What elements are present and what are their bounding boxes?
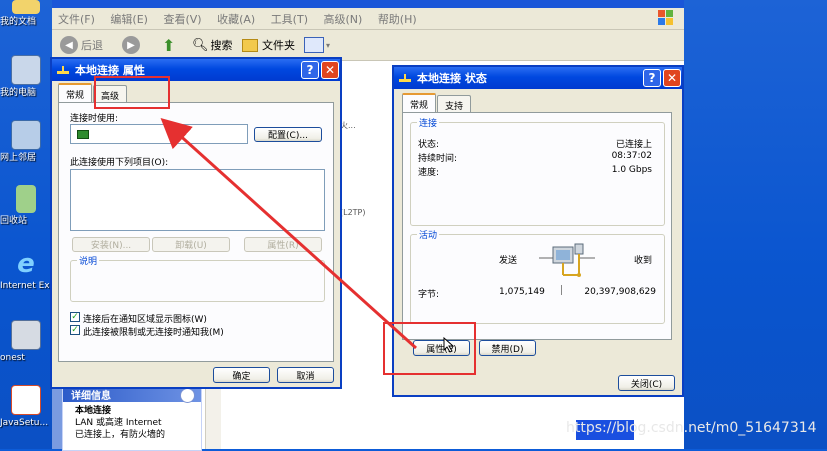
- annotation-arrow: [160, 117, 418, 350]
- watermark: https://blog.csdn.net/m0_51647314: [566, 420, 817, 436]
- mouse-cursor-icon: [443, 336, 455, 356]
